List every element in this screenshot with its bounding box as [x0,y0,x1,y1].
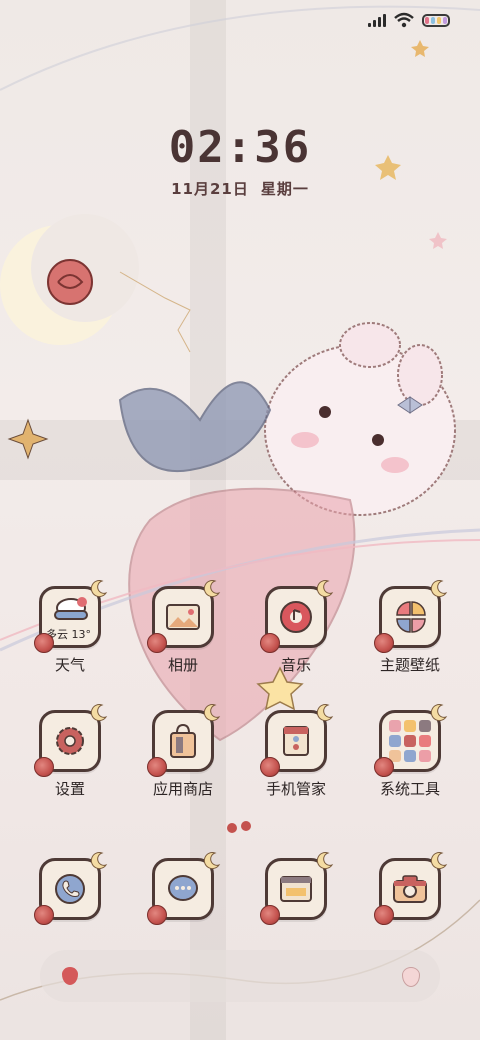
clock-date-line[interactable]: 11月21日 星期一 [0,178,480,199]
app-label: 设置 [54,780,85,798]
app-theme[interactable]: 主题壁纸 [360,580,460,675]
app-label: 主题壁纸 [379,656,440,674]
battery-icon [422,13,450,27]
dock-browser[interactable] [246,852,346,925]
app-label: 手机管家 [265,780,326,798]
app-weather[interactable]: 多云 13° 天气 [20,580,120,675]
dock-messages[interactable] [133,852,233,925]
dock-phone[interactable] [20,852,120,925]
signal-bars-icon [368,13,386,27]
weather-icon[interactable]: 多云 13° [34,580,108,653]
phone-manager-icon[interactable] [260,704,334,777]
camera-icon[interactable] [374,852,448,925]
app-label: 应用商店 [152,780,213,798]
app-label: 系统工具 [379,780,440,798]
strawberry-icon [402,967,420,987]
clock-time[interactable]: 02:36 [0,122,480,173]
app-phone-manager[interactable]: 手机管家 [246,704,346,799]
messages-icon[interactable] [147,852,221,925]
app-store[interactable]: 应用商店 [133,704,233,799]
dock-camera[interactable] [360,852,460,925]
music-icon[interactable] [260,580,334,653]
app-label: 天气 [54,656,85,674]
folder-system-tools[interactable]: 系统工具 [360,704,460,799]
wifi-icon [394,12,414,28]
app-label: 相册 [167,656,198,674]
browser-icon[interactable] [260,852,334,925]
app-music[interactable]: 音乐 [246,580,346,675]
system-tools-folder-icon[interactable] [374,704,448,777]
search-bar[interactable] [40,950,440,1002]
gallery-icon[interactable] [147,580,221,653]
clock-date: 11月21日 [171,180,249,198]
phone-icon[interactable] [34,852,108,925]
theme-icon[interactable] [374,580,448,653]
clock-weekday: 星期一 [260,180,309,198]
app-settings[interactable]: 设置 [20,704,120,799]
settings-icon[interactable] [34,704,108,777]
status-bar [368,12,450,28]
strawberry-icon [62,967,78,985]
app-gallery[interactable]: 相册 [133,580,233,675]
app-label: 音乐 [280,656,311,674]
app-store-icon[interactable] [147,704,221,777]
